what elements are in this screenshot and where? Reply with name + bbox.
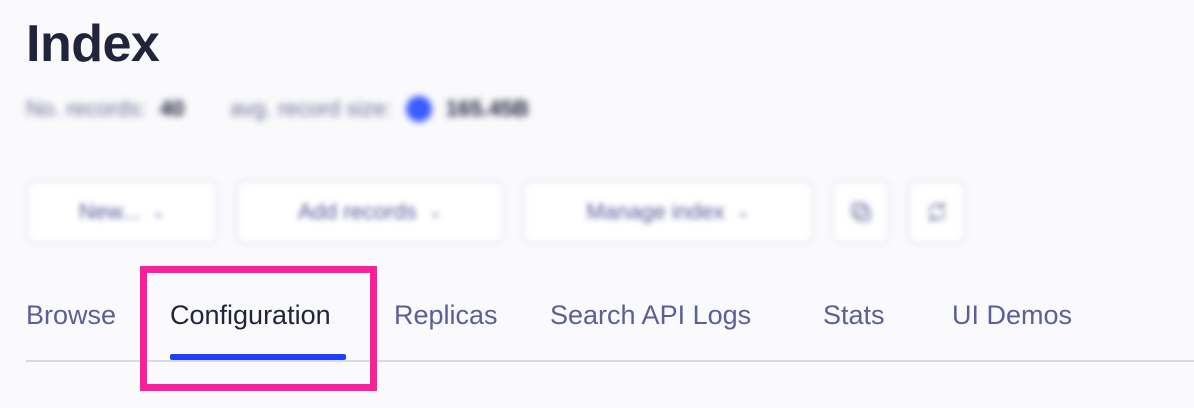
index-page: Index No. records: 40 avg. record size: …	[0, 0, 1194, 408]
chevron-down-icon: ⌄	[151, 204, 166, 221]
avg-size-indicator-icon	[405, 96, 432, 122]
avg-size-value: 165.45B	[445, 96, 529, 121]
copy-icon	[851, 202, 871, 222]
page-title: Index	[26, 15, 160, 73]
tab-browse[interactable]: Browse	[26, 300, 116, 331]
tab-search-api-logs[interactable]: Search API Logs	[550, 300, 751, 331]
manage-index-label: Manage index	[586, 199, 725, 224]
tab-ui-demos[interactable]: UI Demos	[952, 300, 1072, 331]
new-label: New...	[78, 199, 140, 224]
avg-size-label: avg. record size:	[230, 96, 392, 121]
tab-replicas[interactable]: Replicas	[394, 300, 498, 331]
chevron-down-icon: ⌄	[736, 204, 750, 221]
refresh-icon	[928, 202, 946, 222]
chevron-down-icon: ⌄	[428, 204, 443, 221]
configuration-tab-highlight	[140, 266, 377, 391]
new-dropdown-button[interactable]: New... ⌄	[26, 180, 218, 244]
index-meta: No. records: 40 avg. record size: 165.45…	[26, 96, 529, 122]
tab-stats[interactable]: Stats	[823, 300, 885, 331]
index-toolbar: New... ⌄ Add records ⌄ Manage index ⌄	[26, 180, 966, 244]
add-records-label: Add records	[297, 199, 417, 224]
records-value: 40	[159, 96, 185, 121]
add-records-dropdown-button[interactable]: Add records ⌄	[236, 180, 504, 244]
copy-button[interactable]	[832, 180, 890, 244]
records-label: No. records:	[26, 96, 146, 121]
manage-index-dropdown-button[interactable]: Manage index ⌄	[522, 180, 814, 244]
refresh-button[interactable]	[908, 180, 966, 244]
